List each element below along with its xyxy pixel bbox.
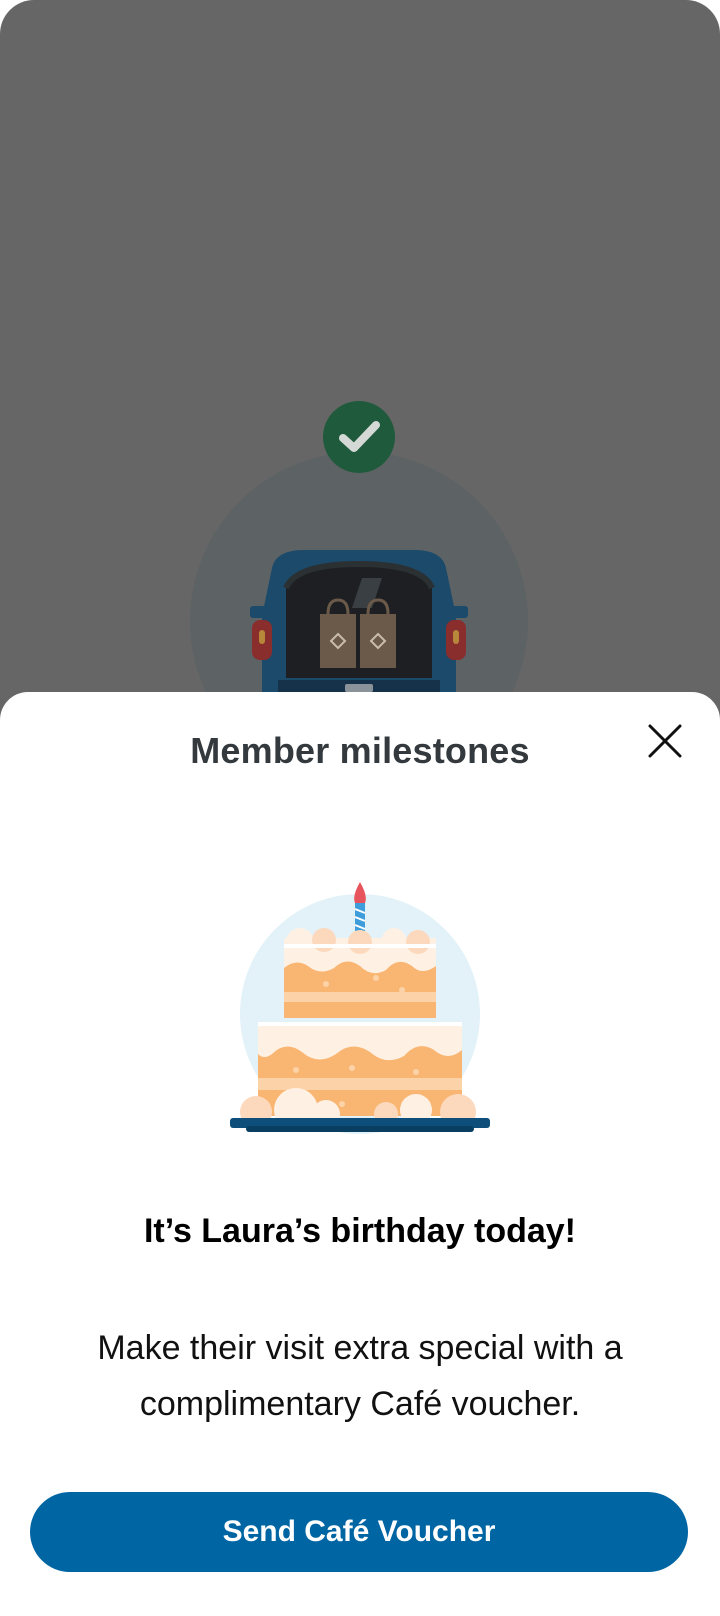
close-icon	[648, 724, 682, 758]
birthday-cake-illustration	[230, 882, 490, 1134]
check-icon	[339, 421, 380, 452]
sheet-title: Member milestones	[190, 730, 530, 771]
close-button[interactable]	[642, 718, 688, 764]
voucher-description: Make their visit extra special with a co…	[97, 1329, 623, 1423]
send-cafe-voucher-button[interactable]: Send Café Voucher	[30, 1492, 688, 1572]
background-overlay[interactable]	[0, 0, 720, 760]
success-badge	[323, 401, 395, 473]
car-trunk-pickup-illustration	[250, 550, 468, 698]
bottom-sheet: Member milestones It’s Laura’s birthday …	[0, 692, 720, 1616]
birthday-headline: It’s Laura’s birthday today!	[143, 1212, 576, 1250]
